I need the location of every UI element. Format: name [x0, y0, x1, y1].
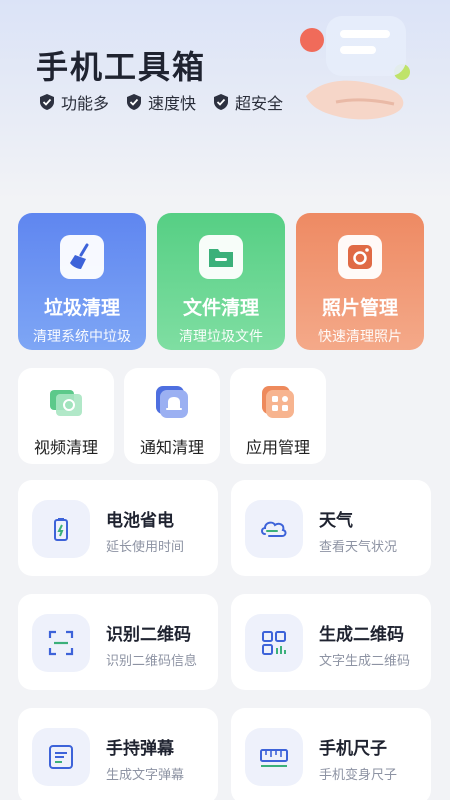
feature-label: 功能多: [61, 94, 110, 113]
card-title: 通知清理: [139, 438, 204, 457]
tile-subtitle: 延长使用时间: [106, 540, 185, 555]
weather-tile[interactable]: 天气 查看天气状况: [231, 480, 431, 576]
feature-item: 功能多: [38, 90, 109, 114]
cloud-icon: [245, 500, 303, 558]
feature-label: 速度快: [148, 94, 197, 113]
shield-check-icon: [125, 93, 143, 111]
tile-subtitle: 生成文字弹幕: [106, 768, 185, 783]
tile-title: 天气: [319, 511, 353, 531]
tile-subtitle: 手机变身尺子: [319, 768, 398, 783]
feature-label: 超安全: [235, 94, 284, 113]
photo-manage-card[interactable]: 照片管理 快速清理照片: [296, 213, 424, 350]
battery-saver-tile[interactable]: 电池省电 延长使用时间: [18, 480, 218, 576]
junk-clean-card[interactable]: 垃圾清理 清理系统中垃圾: [18, 213, 146, 350]
broom-icon: [60, 235, 104, 279]
tile-subtitle: 查看天气状况: [319, 540, 398, 555]
card-title: 照片管理: [321, 297, 398, 319]
tile-title: 手持弹幕: [106, 739, 174, 759]
tile-subtitle: 文字生成二维码: [319, 654, 411, 669]
tile-title: 生成二维码: [319, 625, 404, 645]
folder-icon: [199, 235, 243, 279]
notify-clean-card[interactable]: 通知清理: [124, 368, 220, 464]
file-clean-card[interactable]: 文件清理 清理垃圾文件: [157, 213, 285, 350]
tile-subtitle: 识别二维码信息: [106, 654, 198, 669]
tile-title: 手机尺子: [319, 739, 387, 759]
qrcode-icon: [245, 614, 303, 672]
create-qrcode-tile[interactable]: 生成二维码 文字生成二维码: [231, 594, 431, 690]
card-title: 文件清理: [182, 297, 259, 319]
text-icon: [32, 728, 90, 786]
tile-title: 电池省电: [106, 511, 174, 531]
feature-item: 超安全: [212, 90, 283, 114]
barrage-tile[interactable]: 手持弹幕 生成文字弹幕: [18, 708, 218, 800]
shield-check-icon: [38, 93, 56, 111]
card-title: 应用管理: [245, 438, 310, 457]
bell-icon: [156, 386, 188, 418]
scan-qrcode-tile[interactable]: 识别二维码 识别二维码信息: [18, 594, 218, 690]
video-clean-card[interactable]: 视频清理: [18, 368, 114, 464]
card-subtitle: 快速清理照片: [318, 329, 402, 345]
feature-list: 功能多 速度快 超安全: [38, 90, 283, 114]
ruler-icon: [245, 728, 303, 786]
card-title: 视频清理: [33, 438, 98, 457]
tile-title: 识别二维码: [106, 625, 191, 645]
battery-icon: [32, 500, 90, 558]
apps-icon: [262, 386, 294, 418]
camera-icon: [338, 235, 382, 279]
ruler-tile[interactable]: 手机尺子 手机变身尺子: [231, 708, 431, 800]
card-title: 垃圾清理: [43, 297, 120, 319]
card-subtitle: 清理系统中垃圾: [33, 329, 131, 345]
hand-chat-illustration: [300, 16, 410, 120]
app-title: 手机工具箱: [36, 48, 207, 86]
card-subtitle: 清理垃圾文件: [179, 329, 263, 345]
scan-icon: [32, 614, 90, 672]
app-manage-card[interactable]: 应用管理: [230, 368, 326, 464]
video-icon: [50, 390, 82, 416]
feature-item: 速度快: [125, 90, 196, 114]
shield-check-icon: [212, 93, 230, 111]
